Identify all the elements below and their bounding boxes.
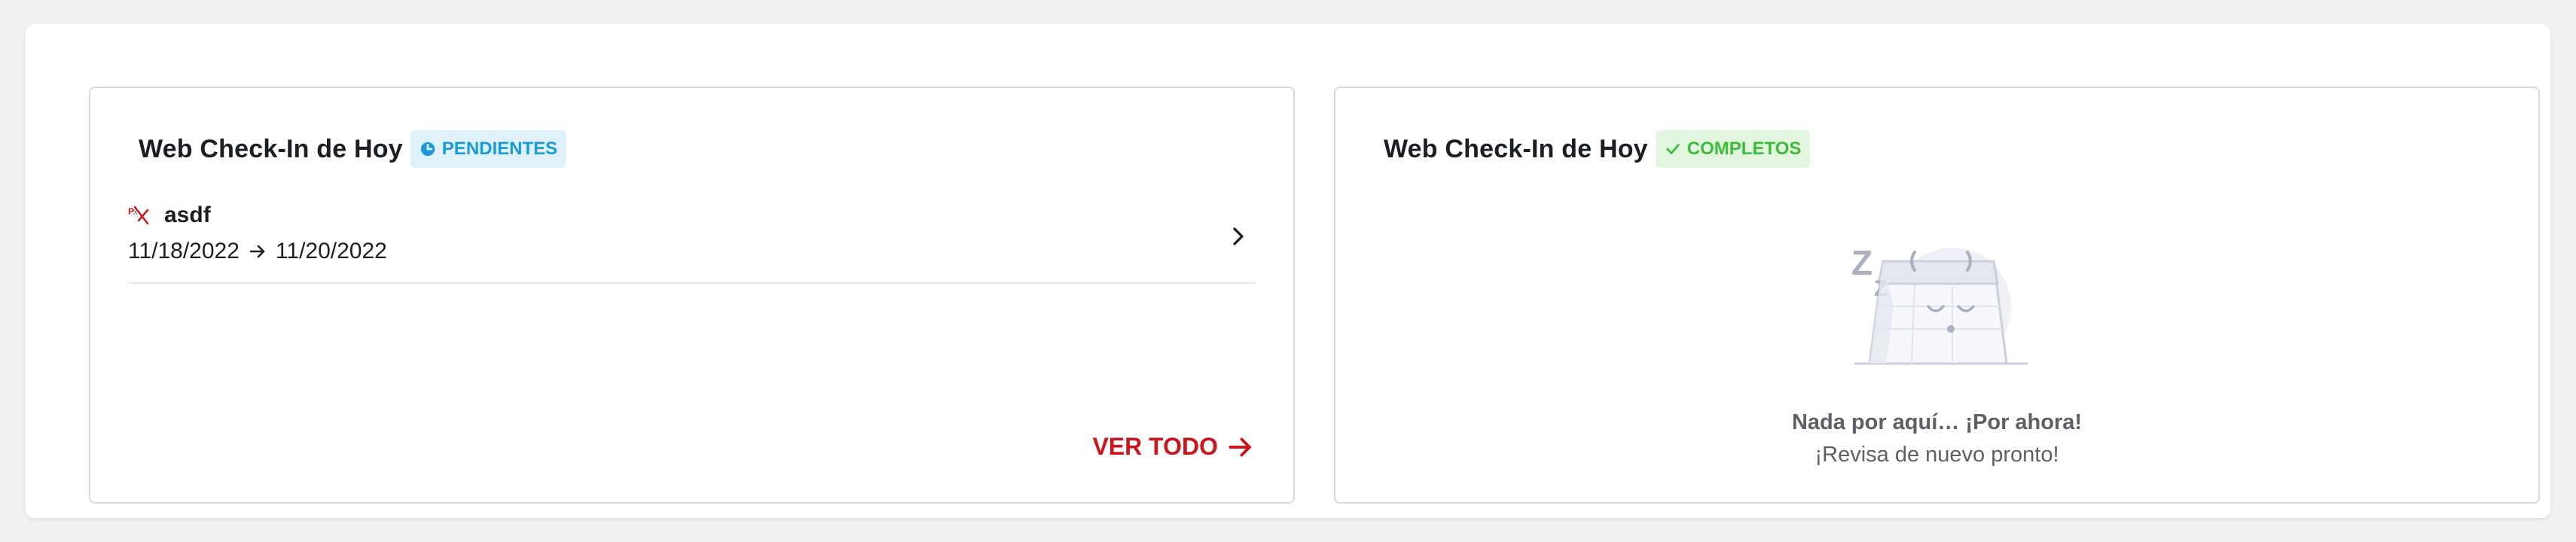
see-all-label: VER TODO [1092,433,1218,460]
card-title: Web Check-In de Hoy [139,134,403,163]
check-icon [1666,144,1680,154]
empty-state-title: Nada por aquí… ¡Por ahora! [1791,410,2083,434]
see-all-link[interactable]: VER TODO [1092,433,1254,461]
pending-badge: PENDIENTES [410,130,567,168]
complete-checkins-card: Web Check-In de Hoy COMPLETOS Z Nada por… [1334,87,2540,504]
card-header: Web Check-In de Hoy COMPLETOS [1384,130,1811,168]
stay-dates: 11/18/2022 11/20/2022 [128,239,387,264]
dashboard-panel: Web Check-In de Hoy PENDIENTES P X asdf … [26,24,2550,518]
complete-badge: COMPLETOS [1655,130,1811,168]
svg-text:Z: Z [1851,243,1872,282]
pending-checkins-card: Web Check-In de Hoy PENDIENTES P X asdf … [89,87,1295,504]
arrow-right-icon [249,245,265,258]
chevron-right-icon[interactable] [1227,225,1250,248]
badge-label: PENDIENTES [441,139,558,159]
badge-label: COMPLETOS [1686,139,1802,159]
check-out-date: 11/20/2022 [275,239,387,263]
card-title: Web Check-In de Hoy [1384,134,1648,163]
check-in-date: 11/18/2022 [128,239,240,263]
empty-state: Z Z Nada por aquí… ¡Por ahora! ¡Revisa d… [1335,231,2538,467]
arrow-right-icon [1228,437,1251,456]
clock-icon [420,142,435,157]
sleeping-calendar-icon: Z Z [1851,243,2028,365]
item-header: P X asdf [128,202,211,228]
guest-name: asdf [164,202,211,227]
card-header: Web Check-In de Hoy PENDIENTES [139,130,567,168]
pms-logo-icon: P X [128,206,149,225]
empty-state-subtitle: ¡Revisa de nuevo pronto! [1814,443,2059,467]
checkin-list-item[interactable]: P X asdf 11/18/2022 11/20/2022 [128,199,1256,284]
svg-text:X: X [133,209,138,216]
